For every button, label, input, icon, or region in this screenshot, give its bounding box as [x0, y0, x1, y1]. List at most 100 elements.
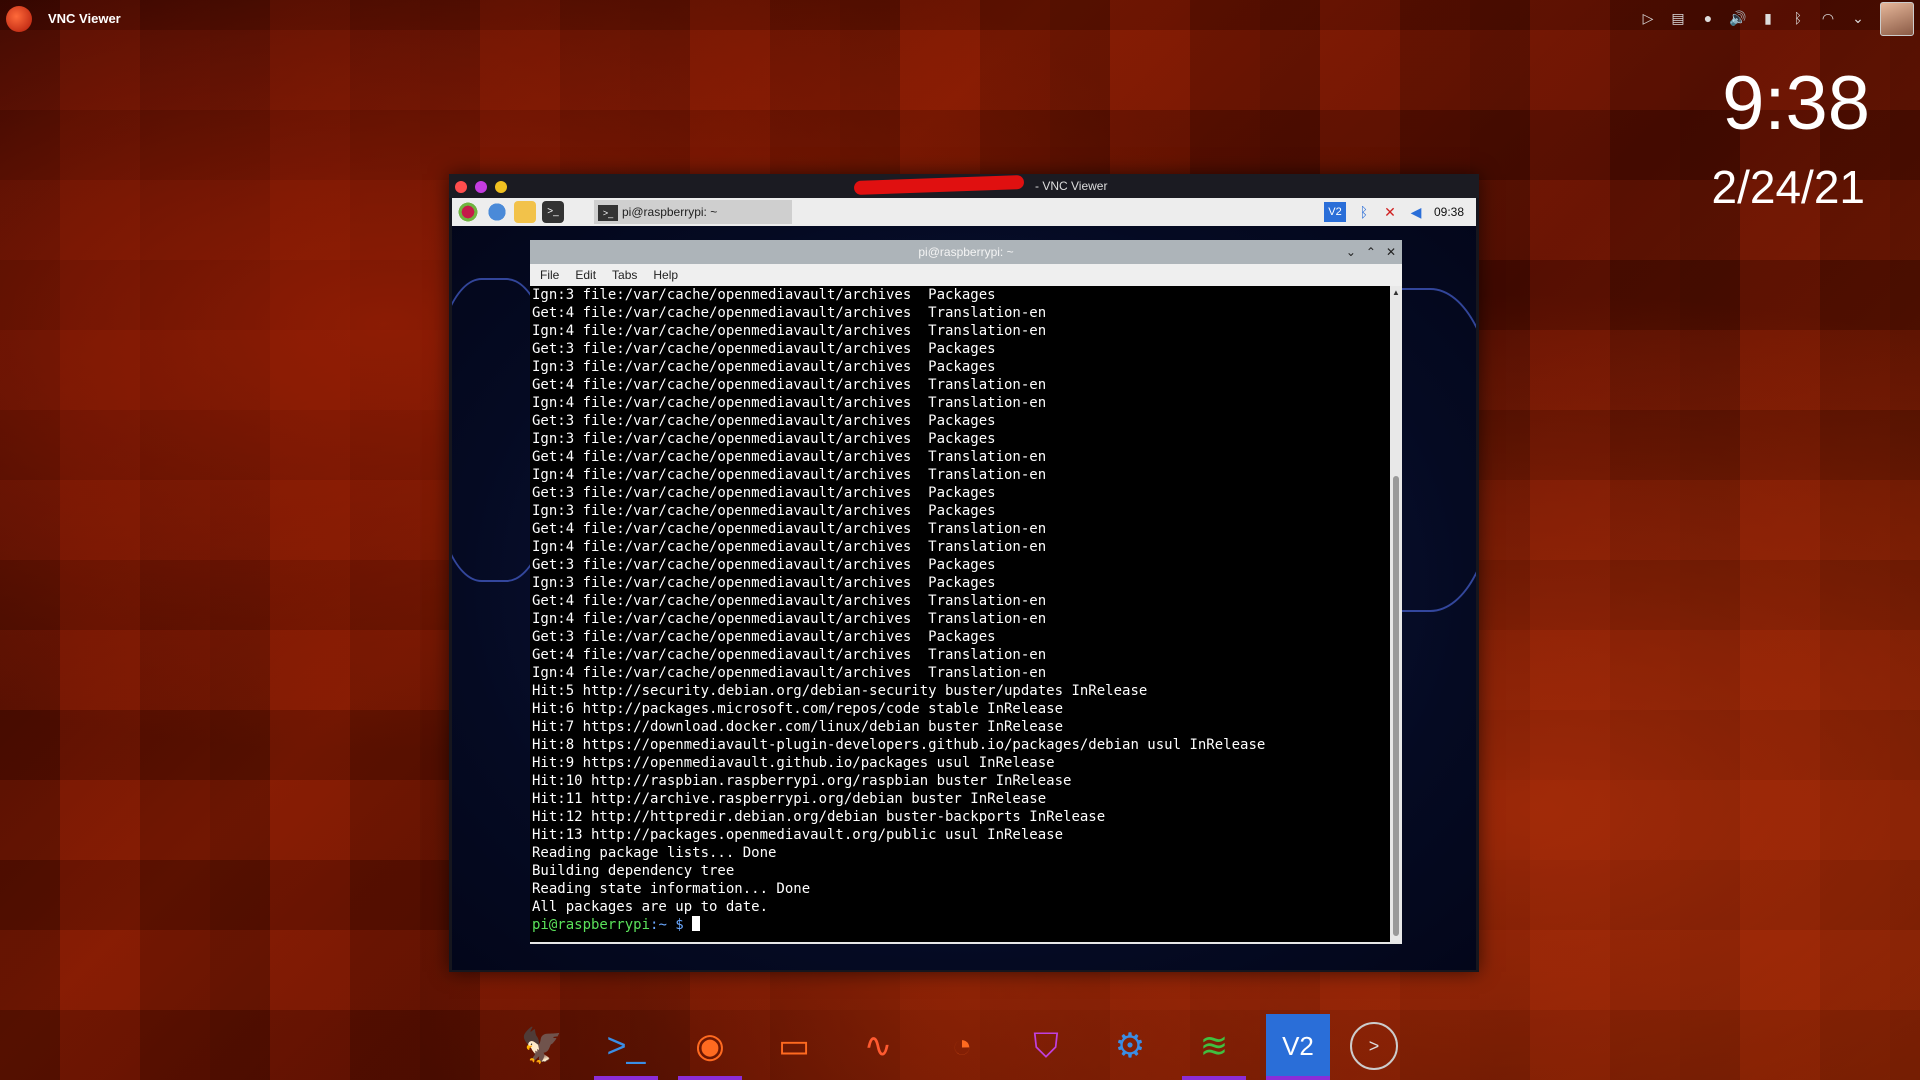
scroll-up-icon[interactable]: ▲ — [1392, 288, 1400, 297]
terminal-line: Get:4 file:/var/cache/openmediavault/arc… — [532, 377, 1047, 393]
terminal-title: pi@raspberrypi: ~ — [918, 245, 1014, 259]
store-glyph: ⛉ — [1033, 1026, 1059, 1065]
terminal-line: Get:4 file:/var/cache/openmediavault/arc… — [532, 305, 1047, 321]
menu-file[interactable]: File — [540, 264, 559, 286]
terminal-line: All packages are up to date. — [532, 899, 769, 915]
bluetooth-icon[interactable]: ᛒ — [1356, 204, 1372, 220]
terminal-line: Ign:3 file:/var/cache/openmediavault/arc… — [532, 287, 996, 303]
bluetooth-icon[interactable]: ᛒ — [1788, 8, 1808, 28]
system-monitor-icon[interactable]: ∿ — [846, 1014, 910, 1078]
terminal-line: Hit:9 https://openmediavault.github.io/p… — [532, 755, 1055, 771]
terminal-line: Hit:6 http://packages.microsoft.com/repo… — [532, 701, 1064, 717]
web-browser-icon[interactable] — [486, 201, 508, 223]
terminal-scrollbar[interactable]: ▲ — [1390, 286, 1402, 942]
terminal-icon: >_ — [598, 204, 618, 221]
avatar[interactable] — [1880, 2, 1914, 36]
terminal-line: Get:3 file:/var/cache/openmediavault/arc… — [532, 557, 996, 573]
eagle-app-glyph: 🦅 — [520, 1027, 564, 1065]
maximize-icon[interactable]: ⌃ — [1366, 240, 1376, 264]
terminal-titlebar[interactable]: pi@raspberrypi: ~ ⌄ ⌃ ✕ — [530, 240, 1402, 264]
terminal-prompt[interactable]: pi@raspberrypi:~ $ — [532, 916, 1390, 934]
terminal-line: Get:3 file:/var/cache/openmediavault/arc… — [532, 341, 996, 357]
clipboard-icon[interactable]: ▤ — [1668, 8, 1688, 28]
menu-tabs[interactable]: Tabs — [612, 264, 637, 286]
terminal-line: Get:4 file:/var/cache/openmediavault/arc… — [532, 449, 1047, 465]
menu-edit[interactable]: Edit — [575, 264, 596, 286]
terminal-output[interactable]: Ign:3 file:/var/cache/openmediavault/arc… — [530, 286, 1390, 942]
volume-icon[interactable]: ◀ — [1408, 204, 1424, 221]
system-tray: ▷ ▤ ● 🔊 ▮ ᛒ ◠ ⌄ — [1638, 8, 1868, 28]
task-label: pi@raspberrypi: ~ — [622, 205, 718, 219]
active-app-title: VNC Viewer — [48, 11, 121, 26]
app-logo-icon[interactable] — [6, 6, 32, 32]
terminal-line: Ign:4 file:/var/cache/openmediavault/arc… — [532, 539, 1047, 555]
folder-glyph: ▭ — [777, 1027, 811, 1065]
terminal-line: Ign:3 file:/var/cache/openmediavault/arc… — [532, 575, 996, 591]
scroll-thumb[interactable] — [1393, 476, 1399, 936]
media-icon[interactable]: ▷ — [1638, 8, 1658, 28]
minimize-button[interactable] — [495, 181, 507, 193]
vnc-viewer-icon[interactable]: V2 — [1266, 1014, 1330, 1080]
terminal-window: pi@raspberrypi: ~ ⌄ ⌃ ✕ File Edit Tabs H… — [530, 240, 1402, 944]
show-more-icon[interactable]: > — [1350, 1022, 1398, 1070]
terminal-line: Hit:11 http://archive.raspberrypi.org/de… — [532, 791, 1047, 807]
vnc-viewer-window: - VNC Viewer >_ >_ pi@raspberrypi: ~ V2 ᛒ… — [449, 174, 1479, 972]
terminal-line: Get:4 file:/var/cache/openmediavault/arc… — [532, 521, 1047, 537]
disk-usage-glyph: ◔ — [951, 1026, 973, 1065]
spotify-icon[interactable]: ≋ — [1182, 1014, 1246, 1080]
terminal-line: Hit:8 https://openmediavault-plugin-deve… — [532, 737, 1266, 753]
terminal-line: Hit:10 http://raspbian.raspberrypi.org/r… — [532, 773, 1072, 789]
folder-icon[interactable] — [514, 201, 536, 223]
desktop-date: 2/24/21 — [1711, 161, 1865, 213]
maximize-button[interactable] — [475, 181, 487, 193]
folder-icon[interactable]: ▭ — [762, 1014, 826, 1078]
raspberry-menu-icon[interactable] — [457, 201, 479, 223]
terminal-line: Hit:12 http://httpredir.debian.org/debia… — [532, 809, 1106, 825]
terminal-line: Ign:4 file:/var/cache/openmediavault/arc… — [532, 323, 1047, 339]
store-icon[interactable]: ⛉ — [1014, 1014, 1078, 1078]
remote-system-tray: V2 ᛒ ✕ ◀ 09:38 — [1323, 202, 1464, 222]
terminal-glyph: >_ — [606, 1026, 646, 1065]
settings-gear-icon[interactable]: ⚙ — [1098, 1014, 1162, 1078]
taskbar-terminal-task[interactable]: >_ pi@raspberrypi: ~ — [594, 200, 792, 224]
terminal-icon[interactable]: >_ — [594, 1014, 658, 1080]
terminal-line: Ign:4 file:/var/cache/openmediavault/arc… — [532, 467, 1047, 483]
remote-desktop[interactable]: >_ >_ pi@raspberrypi: ~ V2 ᛒ ✕ ◀ 09:38 pi… — [452, 198, 1476, 970]
terminal-line: Building dependency tree — [532, 863, 735, 879]
top-bar: VNC Viewer ▷ ▤ ● 🔊 ▮ ᛒ ◠ ⌄ — [0, 0, 1920, 36]
terminal-line: Get:3 file:/var/cache/openmediavault/arc… — [532, 413, 996, 429]
menu-help[interactable]: Help — [653, 264, 678, 286]
battery-icon[interactable]: ▮ — [1758, 8, 1778, 28]
raspberry-pi-taskbar: >_ >_ pi@raspberrypi: ~ V2 ᛒ ✕ ◀ 09:38 — [452, 198, 1476, 226]
terminal-menubar: File Edit Tabs Help — [530, 264, 1402, 286]
remote-clock: 09:38 — [1433, 205, 1464, 219]
show-more-glyph: > — [1368, 1035, 1380, 1056]
close-button[interactable] — [455, 181, 467, 193]
close-icon[interactable]: ✕ — [1386, 240, 1396, 264]
terminal-line: Get:3 file:/var/cache/openmediavault/arc… — [532, 485, 996, 501]
spotify-glyph: ≋ — [1199, 1027, 1229, 1065]
desktop-clock: 9:38 — [1722, 61, 1870, 146]
chevron-down-icon[interactable]: ⌄ — [1848, 8, 1868, 28]
firefox-glyph: ◉ — [695, 1027, 725, 1065]
firefox-icon[interactable]: ◉ — [678, 1014, 742, 1080]
minimize-icon[interactable]: ⌄ — [1346, 240, 1356, 264]
vnc-titlebar[interactable]: - VNC Viewer — [449, 174, 1479, 198]
network-disconnected-icon[interactable]: ✕ — [1382, 204, 1398, 221]
terminal-line: Get:4 file:/var/cache/openmediavault/arc… — [532, 593, 1047, 609]
terminal-line: Get:4 file:/var/cache/openmediavault/arc… — [532, 647, 1047, 663]
terminal-line: Ign:3 file:/var/cache/openmediavault/arc… — [532, 503, 996, 519]
dock: 🦅 >_ ◉ ▭ ∿ ◔ ⛉ ⚙ ≋ V2 > — [510, 1012, 1398, 1080]
notification-icon[interactable]: ● — [1698, 8, 1718, 28]
eagle-app-icon[interactable]: 🦅 — [510, 1014, 574, 1078]
settings-gear-glyph: ⚙ — [1114, 1027, 1146, 1065]
terminal-line: Hit:13 http://packages.openmediavault.or… — [532, 827, 1064, 843]
system-monitor-glyph: ∿ — [863, 1027, 893, 1065]
terminal-line: Ign:3 file:/var/cache/openmediavault/arc… — [532, 431, 996, 447]
network-icon[interactable]: ◠ — [1818, 8, 1838, 28]
vnc-server-icon[interactable]: V2 — [1323, 202, 1346, 222]
disk-usage-icon[interactable]: ◔ — [930, 1014, 994, 1078]
volume-icon[interactable]: 🔊 — [1728, 8, 1748, 28]
terminal-line: Hit:5 http://security.debian.org/debian-… — [532, 683, 1148, 699]
terminal-launcher-icon[interactable]: >_ — [542, 201, 564, 223]
